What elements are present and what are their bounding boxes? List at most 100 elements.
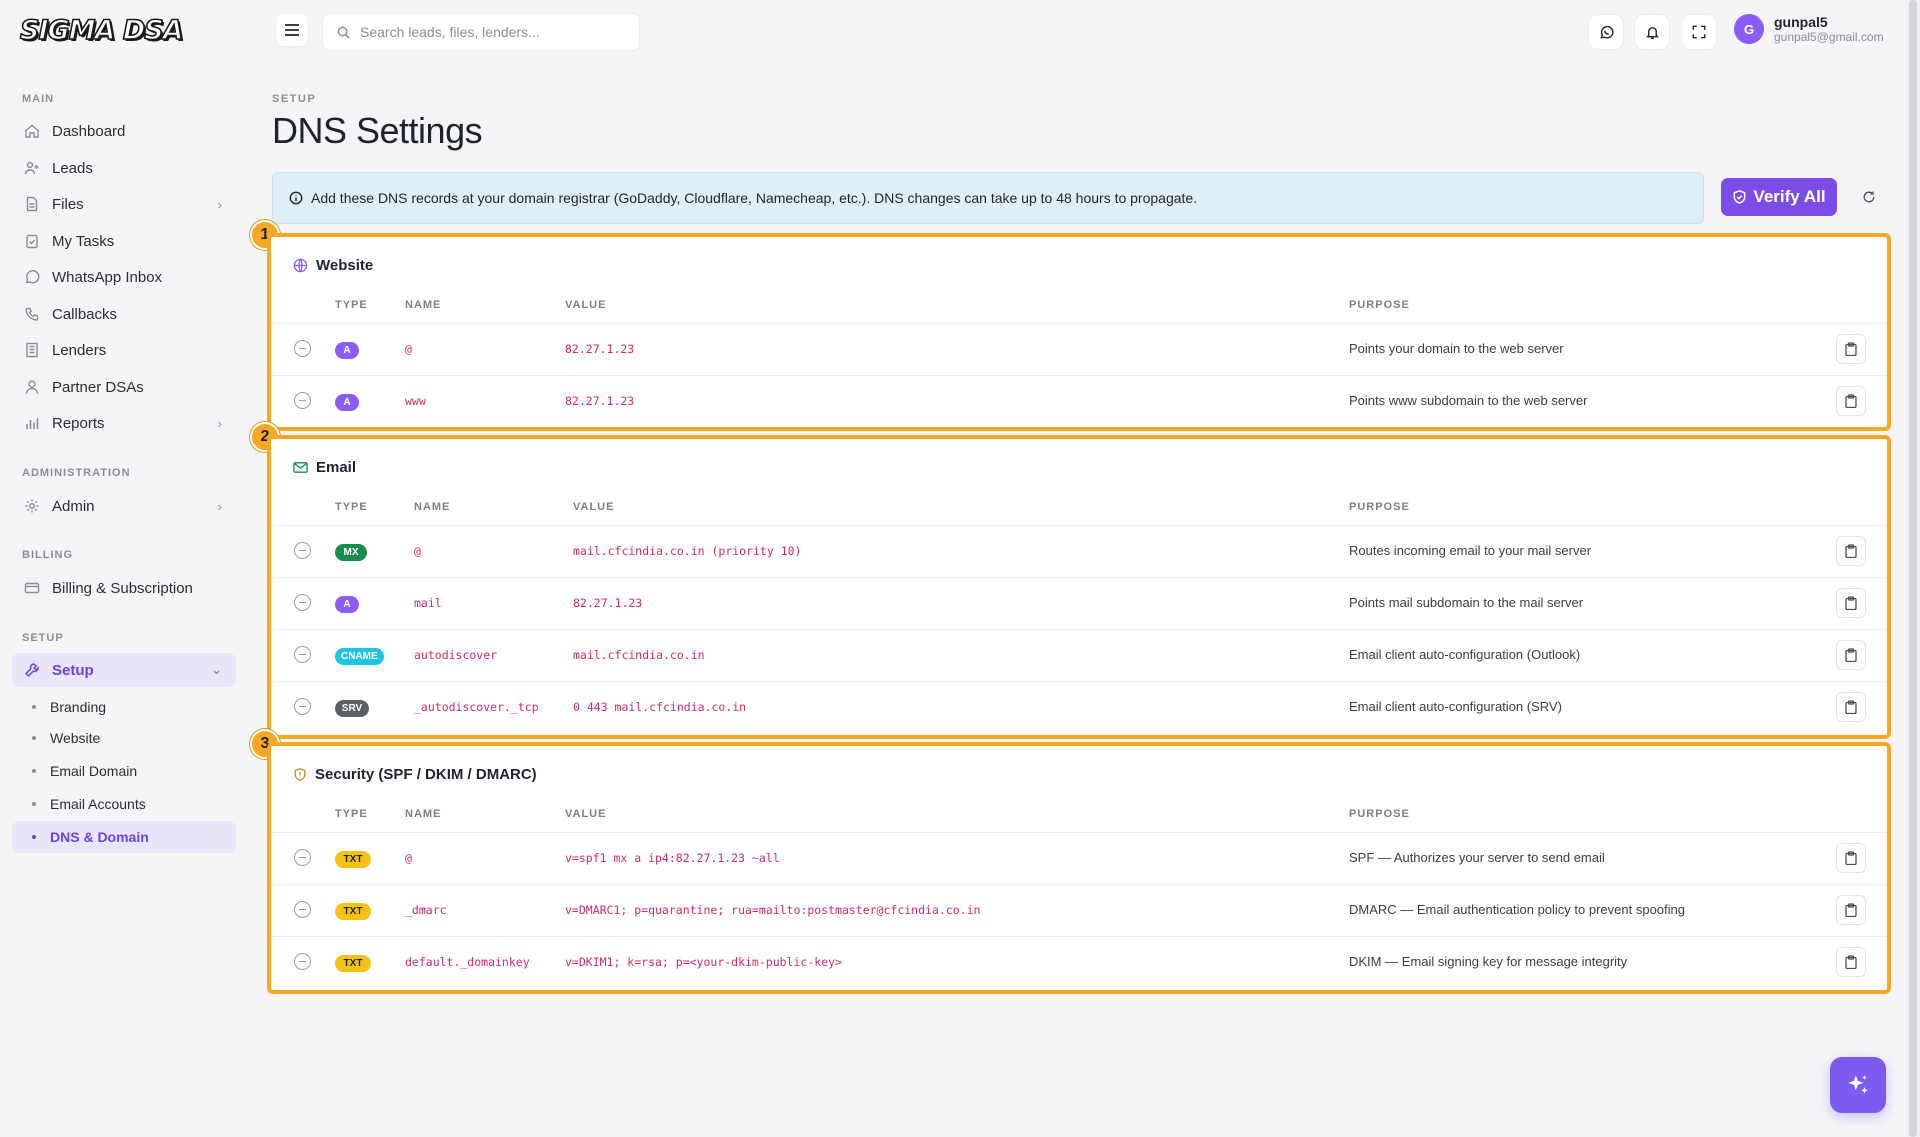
chevron-down-icon: ⌄ [211, 662, 222, 677]
sidebar-item-dashboard[interactable]: Dashboard [12, 114, 236, 148]
refresh-button[interactable] [1850, 178, 1888, 216]
avatar: G [1734, 14, 1764, 44]
table-header: TYPE NAME VALUE PURPOSE [271, 501, 1887, 521]
sidebar-item-whatsapp[interactable]: WhatsApp Inbox [12, 260, 236, 294]
search-icon [337, 26, 350, 39]
clipboard-icon [1845, 596, 1857, 610]
record-name: default._domainkey [405, 955, 530, 969]
record-value: 82.27.1.23 [565, 394, 635, 408]
col-purpose: PURPOSE [1349, 299, 1410, 311]
menu-toggle-button[interactable] [276, 14, 308, 46]
record-name: @ [405, 851, 412, 865]
sidebar-item-label: My Tasks [52, 232, 115, 250]
sidebar-subitem-branding[interactable]: Branding [12, 691, 236, 723]
shield-icon [293, 767, 307, 782]
sidebar-subitem-website[interactable]: Website [12, 722, 236, 754]
user-email: gunpal5@gmail.com [1774, 30, 1884, 44]
sidebar-subitem-email-domain[interactable]: Email Domain [12, 755, 236, 787]
table-row: TXT default._domainkey v=DKIM1; k=rsa; p… [271, 936, 1887, 988]
table-row: MX @ mail.cfcindia.co.in (priority 10) R… [271, 525, 1887, 577]
col-type: TYPE [335, 501, 368, 513]
notifications-button[interactable] [1634, 14, 1670, 50]
sidebar-item-label: Dashboard [52, 122, 126, 140]
copy-button[interactable] [1836, 692, 1866, 722]
globe-icon [293, 258, 308, 273]
table-header: TYPE NAME VALUE PURPOSE [271, 808, 1887, 828]
copy-button[interactable] [1836, 386, 1866, 416]
copy-button[interactable] [1836, 588, 1866, 618]
brand-logo[interactable]: SIGMA DSA [19, 14, 200, 48]
group-title: Security (SPF / DKIM / DMARC) [315, 766, 537, 783]
group-header: Security (SPF / DKIM / DMARC) [293, 766, 537, 783]
sidebar-item-reports[interactable]: Reports › [12, 406, 236, 440]
section-setup: SETUP [22, 632, 64, 644]
copy-button[interactable] [1836, 334, 1866, 364]
copy-button[interactable] [1836, 947, 1866, 977]
copy-button[interactable] [1836, 640, 1866, 670]
clipboard-icon [1845, 851, 1857, 865]
user-menu[interactable]: G gunpal5 gunpal5@gmail.com [1734, 14, 1884, 44]
status-pending-icon [294, 646, 311, 663]
sidebar-item-label: Partner DSAs [52, 378, 144, 396]
file-icon [24, 196, 40, 212]
copy-button[interactable] [1836, 895, 1866, 925]
record-type-badge: TXT [335, 903, 371, 920]
group-title: Website [316, 257, 374, 274]
status-pending-icon [294, 392, 311, 409]
whatsapp-icon [1599, 25, 1614, 39]
sidebar-item-setup[interactable]: Setup ⌄ [12, 653, 236, 687]
expand-icon [1692, 25, 1706, 39]
sidebar-item-lenders[interactable]: Lenders [12, 333, 236, 367]
col-type: TYPE [335, 808, 368, 820]
sidebar-item-admin[interactable]: Admin › [12, 489, 236, 523]
sidebar-item-label: Leads [52, 159, 93, 177]
col-name: NAME [405, 299, 442, 311]
fullscreen-button[interactable] [1681, 14, 1717, 50]
bar-chart-icon [24, 415, 40, 431]
sidebar-item-leads[interactable]: Leads [12, 151, 236, 185]
section-administration: ADMINISTRATION [22, 467, 131, 479]
sidebar-subitem-dns[interactable]: DNS & Domain [12, 821, 236, 853]
record-name: mail [414, 596, 442, 610]
section-billing: BILLING [22, 549, 73, 561]
info-banner: Add these DNS records at your domain reg… [272, 172, 1704, 224]
sidebar-item-label: Billing & Subscription [52, 579, 193, 597]
phone-icon [24, 306, 40, 322]
group-title: Email [316, 459, 357, 476]
search-bar[interactable] [322, 13, 640, 51]
clipboard-icon [1845, 955, 1857, 969]
sidebar-item-tasks[interactable]: My Tasks [12, 224, 236, 258]
copy-button[interactable] [1836, 536, 1866, 566]
record-value: 82.27.1.23 [565, 342, 635, 356]
table-row: SRV _autodiscover._tcp 0 443 mail.cfcind… [271, 681, 1887, 733]
record-type-badge: MX [335, 544, 367, 561]
scrollbar-thumb[interactable] [1909, 0, 1917, 1137]
ai-assistant-button[interactable] [1830, 1057, 1886, 1113]
sidebar-item-label: WhatsApp Inbox [52, 268, 163, 286]
sidebar-item-partners[interactable]: Partner DSAs [12, 370, 236, 404]
sidebar-item-label: Files [52, 195, 84, 213]
record-purpose: SPF — Authorizes your server to send ema… [1349, 850, 1605, 865]
sidebar-subitem-email-accounts[interactable]: Email Accounts [12, 788, 236, 820]
bell-icon [1645, 26, 1659, 39]
sidebar-item-billing[interactable]: Billing & Subscription [12, 571, 236, 605]
sidebar-item-label: Admin [52, 497, 95, 515]
verify-all-button[interactable]: Verify All [1721, 178, 1837, 216]
dns-group-email: Email TYPE NAME VALUE PURPOSE MX @ mail.… [267, 435, 1891, 739]
record-purpose: Routes incoming email to your mail serve… [1349, 543, 1592, 558]
status-pending-icon [294, 901, 311, 918]
col-type: TYPE [335, 299, 368, 311]
search-input[interactable] [360, 24, 620, 40]
chevron-right-icon: › [217, 498, 222, 514]
record-value: v=spf1 mx a ip4:82.27.1.23 ~all [565, 851, 780, 865]
copy-button[interactable] [1836, 843, 1866, 873]
home-icon [24, 123, 40, 139]
sidebar-item-files[interactable]: Files › [12, 187, 236, 221]
record-purpose: DKIM — Email signing key for message int… [1349, 954, 1628, 969]
sidebar-item-callbacks[interactable]: Callbacks [12, 297, 236, 331]
whatsapp-button[interactable] [1588, 14, 1624, 50]
record-purpose: DMARC — Email authentication policy to p… [1349, 902, 1685, 917]
clipboard-check-icon [24, 233, 40, 249]
group-header: Website [293, 257, 373, 274]
record-value: v=DKIM1; k=rsa; p=<your-dkim-public-key> [565, 955, 842, 969]
